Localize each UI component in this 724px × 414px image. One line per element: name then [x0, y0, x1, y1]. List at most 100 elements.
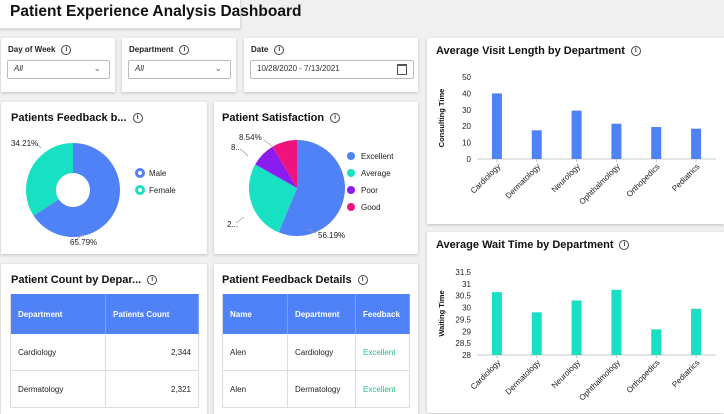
date-range-value: 10/28/2020 - 7/13/2021: [257, 64, 340, 73]
date-filter-label: Date: [251, 45, 269, 55]
table-row[interactable]: Dermatology 2,321: [10, 370, 199, 408]
table-row[interactable]: Alen Dermatology Excellent: [222, 370, 410, 408]
x-tick-label: Cardiology: [469, 358, 502, 391]
y-axis-label: Waiting Time: [437, 290, 446, 336]
feedback-details-table: Name Department Feedback Alen Cardiology…: [222, 294, 410, 408]
patient-count-title: Patient Count by Depar...: [11, 274, 142, 286]
y-tick-label: 30.5: [455, 292, 471, 301]
label-leader-good: [263, 139, 273, 147]
legend-marker-excellent: [347, 152, 355, 160]
table-header-row: Department Patients Count: [10, 294, 199, 334]
title-bar: Patient Experience Analysis Dashboard: [0, 0, 724, 29]
legend-marker-poor: [347, 186, 355, 194]
bar-cardiology[interactable]: [491, 93, 502, 159]
table-row[interactable]: Alen Cardiology Excellent: [222, 334, 410, 371]
bar-orthopedics[interactable]: [651, 127, 662, 159]
feedback-by-gender-donut: 34.21% 65.79% Male Female: [11, 139, 176, 247]
data-label-poor: 8...: [231, 143, 242, 152]
bar-neurology[interactable]: [571, 110, 582, 159]
info-circle-icon[interactable]: i: [61, 45, 72, 55]
bar-pediatrics[interactable]: [691, 308, 702, 355]
chevron-down-icon[interactable]: ⌄: [93, 63, 101, 74]
table-header-row: Name Department Feedback: [222, 294, 410, 334]
legend-marker-average: [347, 169, 355, 177]
data-label-average: 2...: [227, 220, 238, 229]
department-dropdown[interactable]: All ⌄: [128, 60, 231, 79]
chevron-down-icon[interactable]: ⌄: [214, 63, 222, 74]
calendar-icon[interactable]: [397, 64, 407, 75]
wait-time-card: Average Wait Time by Department i 28 28.5 2…: [427, 232, 724, 413]
bar-ophthalmology[interactable]: [611, 289, 622, 355]
legend-label-female: Female: [149, 186, 176, 195]
feedback-details-title: Patient Feedback Details: [222, 274, 352, 286]
dashboard-title: Patient Experience Analysis Dashboard: [10, 3, 302, 20]
patient-satisfaction-card: Patient Satisfaction i 8.54% 8... 2... 56…: [214, 102, 418, 254]
y-tick-label: 10: [462, 139, 471, 148]
cell-department: Dermatology: [287, 370, 356, 408]
label-leader-poor: [241, 149, 249, 157]
date-range-input[interactable]: 10/28/2020 - 7/13/2021: [250, 60, 414, 79]
cell-department: Cardiology: [10, 334, 106, 371]
cell-department: Cardiology: [287, 334, 356, 371]
y-tick-label: 30: [462, 106, 471, 115]
bar-dermatology[interactable]: [531, 130, 542, 159]
x-tick-label: Dermatology: [504, 162, 542, 200]
y-tick-label: 31: [462, 280, 471, 289]
day-of-week-label: Day of Week: [8, 45, 56, 55]
cell-name: Alen: [222, 334, 288, 371]
column-header-patients-count[interactable]: Patients Count: [105, 294, 199, 334]
wait-time-bar-chart: 28 28.5 29 29.5 30 30.5 31 31.5 Waiting Time Card…: [437, 268, 716, 402]
column-header-name[interactable]: Name: [222, 294, 288, 334]
cell-name: Alen: [222, 370, 288, 408]
y-tick-label: 0: [467, 155, 472, 164]
y-axis-label: Consulting Time: [437, 89, 446, 148]
bar-ophthalmology[interactable]: [611, 123, 622, 159]
donut-slice-female[interactable]: [26, 143, 73, 216]
patient-count-card: Patient Count by Depar... i Department Pa…: [1, 264, 207, 414]
department-filter-label: Department: [129, 45, 174, 55]
feedback-details-card: Patient Feedback Details i Name Departmen…: [214, 264, 418, 414]
day-of-week-dropdown[interactable]: All ⌄: [7, 60, 110, 79]
data-label-male: 65.79%: [70, 238, 97, 247]
feedback-by-gender-card: Patients Feedback b... i 34.21% 65.79% Ma…: [1, 102, 207, 254]
column-header-department[interactable]: Department: [287, 294, 356, 334]
y-tick-label: 29: [462, 327, 471, 336]
legend-marker-male: [135, 168, 145, 178]
x-tick-label: Pediatrics: [670, 358, 701, 389]
bar-pediatrics[interactable]: [691, 128, 702, 159]
legend-marker-good: [347, 203, 355, 211]
y-tick-label: 30: [462, 304, 471, 313]
x-tick-label: Dermatology: [504, 358, 542, 396]
info-circle-icon[interactable]: i: [357, 275, 368, 286]
data-label-female: 34.21%: [11, 139, 38, 148]
legend-label-average: Average: [361, 169, 391, 178]
cell-department: Dermatology: [10, 370, 106, 408]
visit-length-card: Average Visit Length by Department i 0 10 2…: [427, 38, 724, 224]
bar-cardiology[interactable]: [491, 292, 502, 355]
y-tick-label: 20: [462, 122, 471, 131]
table-row[interactable]: Cardiology 2,344: [10, 334, 199, 371]
bar-dermatology[interactable]: [531, 312, 542, 355]
patient-satisfaction-pie: 8.54% 8... 2... 56.19% Excellent Average…: [227, 133, 394, 240]
info-circle-icon[interactable]: i: [274, 45, 285, 55]
info-circle-icon[interactable]: i: [179, 45, 190, 55]
y-tick-label: 40: [462, 89, 471, 98]
department-value: All: [135, 64, 144, 73]
y-tick-label: 31.5: [455, 268, 471, 277]
x-tick-label: Orthopedics: [625, 162, 662, 199]
bar-orthopedics[interactable]: [651, 329, 662, 355]
bar-neurology[interactable]: [571, 300, 582, 355]
legend-label-good: Good: [361, 203, 381, 212]
cell-feedback: Excellent: [355, 370, 410, 408]
column-header-feedback[interactable]: Feedback: [355, 294, 410, 334]
day-of-week-value: All: [14, 64, 23, 73]
dashboard-title-tab[interactable]: Patient Experience Analysis Dashboard: [0, 0, 301, 29]
x-tick-label: Orthopedics: [625, 358, 662, 395]
data-label-good: 8.54%: [239, 133, 262, 142]
info-circle-icon[interactable]: i: [147, 275, 158, 286]
filter-department: Department i All ⌄: [122, 38, 236, 92]
legend-marker-female: [135, 185, 145, 195]
patient-count-table: Department Patients Count Cardiology 2,3…: [10, 294, 199, 408]
cell-patients-count: 2,344: [105, 334, 199, 371]
column-header-department[interactable]: Department: [10, 294, 106, 334]
